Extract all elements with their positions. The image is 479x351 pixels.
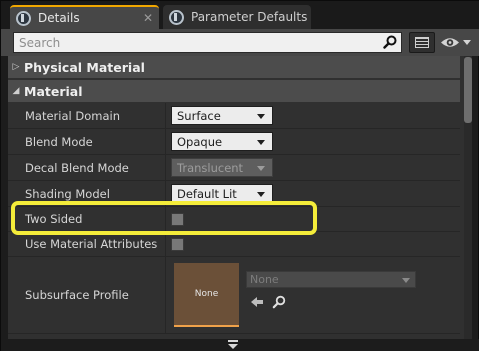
view-options-eye-icon[interactable] xyxy=(438,34,474,51)
details-panel: ▷ Physical Material ◢ Material Material … xyxy=(8,56,472,339)
details-icon xyxy=(16,10,31,26)
expand-arrow-icon: ▷ xyxy=(12,62,20,72)
dropdown-value: Surface xyxy=(177,108,221,123)
chevron-down-icon xyxy=(402,278,410,283)
property-row-decal-blend-mode: Decal Blend Mode Translucent xyxy=(8,155,460,181)
dropdown-value: None xyxy=(250,273,279,286)
property-name: Decal Blend Mode xyxy=(25,160,129,175)
property-matrix-button[interactable] xyxy=(409,32,435,53)
use-selected-asset-arrow-icon[interactable] xyxy=(250,296,264,308)
more-down-arrow-icon[interactable] xyxy=(227,340,239,350)
details-icon xyxy=(169,9,184,25)
property-value: Translucent xyxy=(166,155,460,180)
details-window: Details ✕ Parameter Defaults ▷ xyxy=(0,0,479,351)
property-name: Use Material Attributes xyxy=(25,237,158,251)
property-name: Material Domain xyxy=(25,108,120,123)
vertical-scrollbar[interactable] xyxy=(464,56,472,339)
property-name: Subsurface Profile xyxy=(25,288,129,302)
chevron-down-icon xyxy=(257,140,265,145)
details-toolbar xyxy=(1,29,479,56)
property-name: Blend Mode xyxy=(25,134,93,149)
chevron-down-icon xyxy=(257,166,265,171)
dropdown-value: Opaque xyxy=(177,134,223,149)
chevron-down-icon xyxy=(257,192,265,197)
dropdown-value: Default Lit xyxy=(177,186,237,201)
tab-details[interactable]: Details ✕ xyxy=(10,5,159,29)
asset-thumbnail[interactable]: None xyxy=(174,263,239,327)
category-material-label: Material xyxy=(24,83,83,99)
thumbnail-label: None xyxy=(194,289,219,299)
property-value: Opaque xyxy=(166,129,460,154)
grid-icon xyxy=(415,37,429,48)
search-input[interactable] xyxy=(14,33,379,52)
scrollbar-thumb[interactable] xyxy=(464,57,472,123)
dropdown-value: Translucent xyxy=(177,160,244,175)
panel-footer xyxy=(1,339,479,351)
chevron-down-icon xyxy=(463,40,471,45)
tab-parameter-defaults[interactable]: Parameter Defaults xyxy=(163,5,311,29)
property-value: Surface xyxy=(166,103,460,128)
tab-bar: Details ✕ Parameter Defaults xyxy=(1,1,479,29)
property-value: None None xyxy=(166,257,460,333)
browse-asset-search-icon[interactable] xyxy=(272,295,286,309)
property-row-material-domain: Material Domain Surface xyxy=(8,103,460,129)
search-icon[interactable] xyxy=(383,35,397,49)
material-domain-dropdown[interactable]: Surface xyxy=(171,106,273,125)
property-row-subsurface-profile: Subsurface Profile None None xyxy=(8,257,460,334)
property-value xyxy=(166,232,460,256)
tab-parameter-defaults-label: Parameter Defaults xyxy=(191,10,308,24)
tab-details-label: Details xyxy=(38,11,80,25)
close-icon[interactable]: ✕ xyxy=(143,11,153,25)
category-material[interactable]: ◢ Material xyxy=(8,80,460,102)
use-material-attributes-checkbox[interactable] xyxy=(171,238,184,251)
search-box xyxy=(13,32,402,53)
blend-mode-dropdown[interactable]: Opaque xyxy=(171,132,273,151)
category-physical-material[interactable]: ▷ Physical Material xyxy=(8,56,460,78)
collapse-arrow-icon: ◢ xyxy=(12,86,20,96)
property-row-blend-mode: Blend Mode Opaque xyxy=(8,129,460,155)
two-sided-highlight-box xyxy=(11,201,317,235)
asset-picker-dropdown[interactable]: None xyxy=(246,271,416,288)
property-row-use-material-attributes: Use Material Attributes xyxy=(8,232,460,257)
category-physical-material-label: Physical Material xyxy=(24,59,145,75)
decal-blend-mode-dropdown: Translucent xyxy=(171,158,273,177)
chevron-down-icon xyxy=(257,114,265,119)
